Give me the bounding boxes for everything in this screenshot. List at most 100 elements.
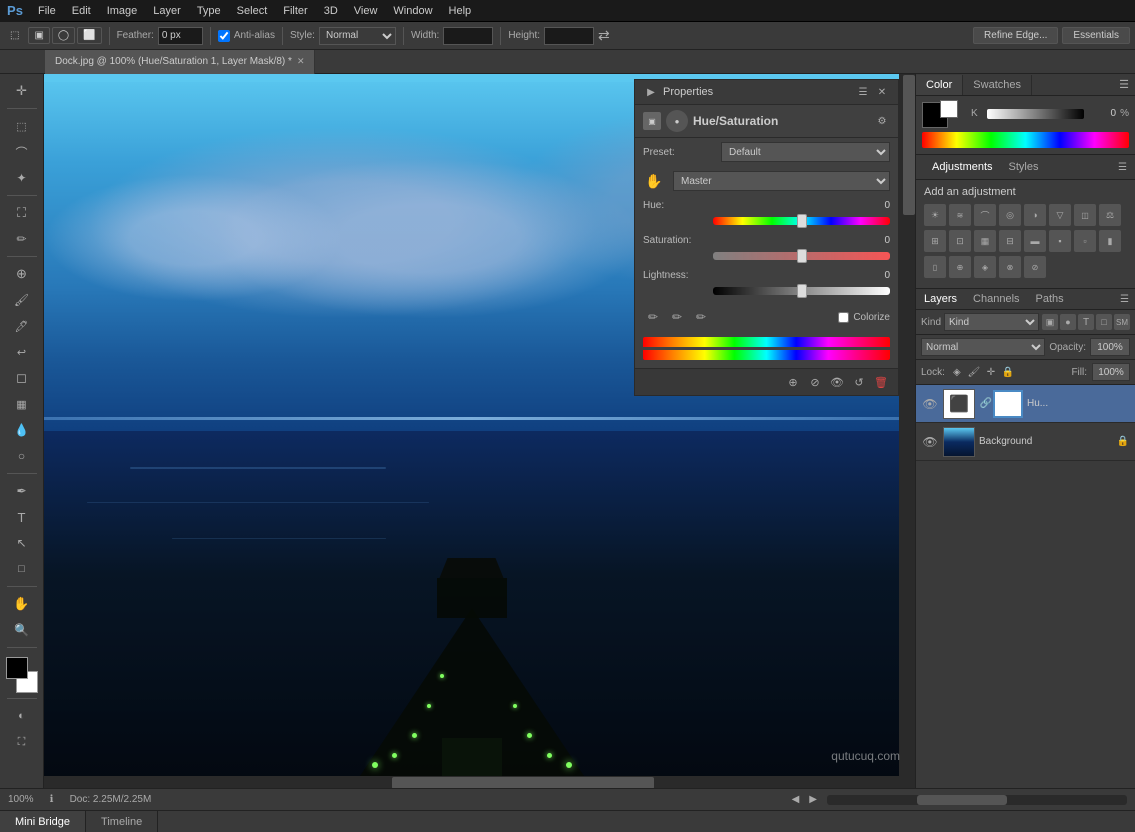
shape-tool[interactable]: □ [10, 557, 34, 581]
width-input[interactable] [443, 27, 493, 45]
add-layer-btn[interactable]: ⊕ [784, 373, 802, 391]
timeline-tab[interactable]: Timeline [86, 811, 158, 832]
sample-5x5-icon[interactable]: ✏ [691, 307, 711, 327]
bw-icon[interactable]: ⚖ [1099, 204, 1121, 226]
document-tab-close[interactable]: ✕ [297, 56, 305, 67]
hand-tool[interactable]: ✋ [10, 592, 34, 616]
eraser-tool[interactable]: ◻ [10, 366, 34, 390]
style-select[interactable]: Normal Fixed Ratio Fixed Size [319, 27, 396, 45]
menu-help[interactable]: Help [441, 3, 480, 19]
status-next-btn[interactable]: ▶ [809, 794, 817, 805]
lock-all-icon[interactable]: 🔒 [1001, 365, 1015, 379]
adj-icon-r3-4[interactable]: ⊗ [999, 256, 1021, 278]
layers-panel-menu[interactable]: ☰ [1114, 292, 1135, 307]
filter-sm-icon[interactable]: SM [1114, 314, 1130, 330]
menu-filter[interactable]: Filter [275, 3, 315, 19]
layers-tab[interactable]: Layers [916, 291, 965, 307]
point-sample-icon[interactable]: ✏ [643, 307, 663, 327]
canvas-horizontal-scrollbar[interactable] [44, 776, 915, 788]
hue-slider[interactable] [713, 217, 890, 225]
menu-3d[interactable]: 3D [316, 3, 346, 19]
clip-layer-btn[interactable]: ⊘ [806, 373, 824, 391]
menu-select[interactable]: Select [229, 3, 276, 19]
brush-tool[interactable]: 🖌 [10, 288, 34, 312]
hue-sat-layer-item[interactable]: 👁 ⬛ 🔗 Hu... [916, 385, 1135, 423]
bg-color-swatch[interactable] [940, 100, 958, 118]
stamp-tool[interactable]: 🖊 [10, 314, 34, 338]
adj-icon-r3-1[interactable]: ▯ [924, 256, 946, 278]
refine-edge-btn[interactable]: Refine Edge... [973, 27, 1058, 44]
antialias-checkbox[interactable] [218, 30, 230, 42]
lightness-thumb[interactable] [797, 284, 807, 298]
feather-input[interactable] [158, 27, 203, 45]
menu-image[interactable]: Image [99, 3, 146, 19]
horizontal-scroll-thumb[interactable] [392, 777, 653, 788]
color-swatches-widget[interactable] [4, 657, 40, 693]
adj-icon-r3-2[interactable]: ⊕ [949, 256, 971, 278]
rect-select-btn[interactable]: ▣ [28, 27, 49, 44]
type-tool[interactable]: T [10, 505, 34, 529]
color-lookup-icon[interactable]: ▦ [974, 230, 996, 252]
filter-shape-icon[interactable]: □ [1096, 314, 1112, 330]
zoom-tool[interactable]: 🔍 [10, 618, 34, 642]
height-input[interactable] [544, 27, 594, 45]
exposure-icon[interactable]: ◎ [999, 204, 1021, 226]
threshold-icon[interactable]: ▪ [1049, 230, 1071, 252]
background-layer-visibility[interactable]: 👁 [921, 433, 939, 451]
swap-btn[interactable]: ⇄ [598, 27, 610, 44]
blur-tool[interactable]: 💧 [10, 418, 34, 442]
color-tab[interactable]: Color [916, 75, 963, 95]
preset-select[interactable]: Default [721, 142, 890, 162]
hue-sat-icon[interactable]: ▽ [1049, 204, 1071, 226]
opacity-input[interactable] [1090, 338, 1130, 356]
colorize-checkbox[interactable] [838, 312, 849, 323]
properties-menu-btn[interactable]: ☰ [855, 84, 871, 100]
posterize-icon[interactable]: ▬ [1024, 230, 1046, 252]
zoom-info-btn[interactable]: ℹ [44, 792, 60, 808]
hue-sat-layer-link[interactable]: 🔗 [979, 398, 993, 409]
hue-sat-adj-icon[interactable]: ● [666, 110, 688, 132]
adjustments-tab[interactable]: Adjustments [924, 159, 1001, 175]
k-channel-slider[interactable] [987, 109, 1084, 119]
channels-tab[interactable]: Channels [965, 291, 1027, 307]
menu-file[interactable]: File [30, 3, 64, 19]
move-tool[interactable]: ✛ [10, 79, 34, 103]
history-brush-tool[interactable]: ↩ [10, 340, 34, 364]
crop-tool[interactable]: ⛶ [10, 201, 34, 225]
path-selection-tool[interactable]: ↖ [10, 531, 34, 555]
menu-type[interactable]: Type [189, 3, 229, 19]
eyedropper-tool[interactable]: ✏ [10, 227, 34, 251]
photo-filter-icon[interactable]: ⊞ [924, 230, 946, 252]
color-spectrum-bar[interactable] [922, 132, 1129, 148]
paths-tab[interactable]: Paths [1028, 291, 1072, 307]
toggle-visibility-btn[interactable]: 👁 [828, 373, 846, 391]
swatches-tab[interactable]: Swatches [963, 75, 1032, 95]
vertical-scroll-thumb[interactable] [903, 75, 915, 215]
color-panel-menu[interactable]: ☰ [1113, 74, 1135, 95]
menu-window[interactable]: Window [385, 3, 440, 19]
lock-transparent-icon[interactable]: ◈ [950, 365, 964, 379]
filter-type-icon[interactable]: T [1078, 314, 1094, 330]
blend-mode-select[interactable]: Normal Multiply Screen Overlay [921, 338, 1045, 356]
status-prev-btn[interactable]: ◀ [792, 794, 800, 805]
menu-edit[interactable]: Edit [64, 3, 99, 19]
delete-btn[interactable]: 🗑 [872, 373, 890, 391]
lightness-slider[interactable] [713, 287, 890, 295]
ellipse-select-btn[interactable]: ◯ [52, 27, 75, 44]
selection-rect-btn[interactable]: ⬚ [5, 28, 24, 43]
menu-view[interactable]: View [346, 3, 386, 19]
hue-sat-extra-icon[interactable]: ⚙ [874, 113, 890, 129]
gradient-tool[interactable]: ▦ [10, 392, 34, 416]
curves-icon[interactable]: ⌒ [974, 204, 996, 226]
pen-tool[interactable]: ✒ [10, 479, 34, 503]
saturation-thumb[interactable] [797, 249, 807, 263]
dodge-tool[interactable]: ○ [10, 444, 34, 468]
sample-3x3-icon[interactable]: ✏ [667, 307, 687, 327]
document-tab[interactable]: Dock.jpg @ 100% (Hue/Saturation 1, Layer… [45, 50, 315, 74]
properties-close-btn[interactable]: ✕ [874, 84, 890, 100]
filter-pixel-icon[interactable]: ▣ [1042, 314, 1058, 330]
adjustments-menu[interactable]: ☰ [1118, 162, 1127, 173]
brightness-contrast-icon[interactable]: ☀ [924, 204, 946, 226]
single-row-select-btn[interactable]: ⬜ [77, 27, 101, 44]
status-scroll-bar[interactable] [827, 795, 1127, 805]
